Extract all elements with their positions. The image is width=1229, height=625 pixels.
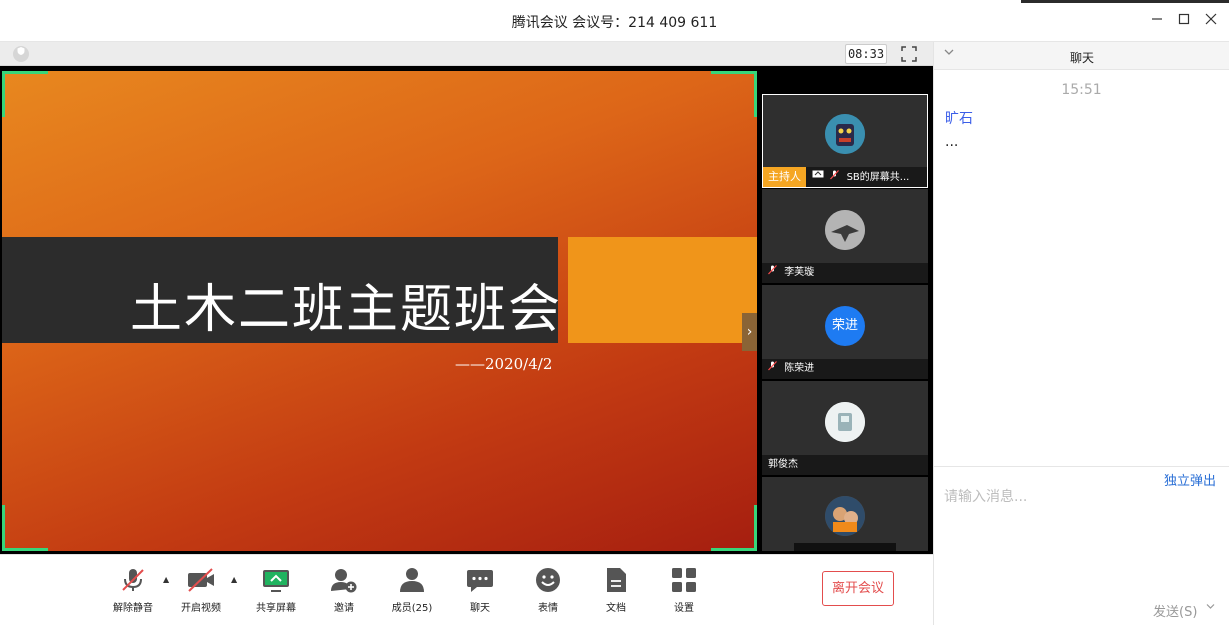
chat-header: 聊天 [934, 42, 1229, 70]
chat-message-input[interactable] [944, 486, 1220, 596]
participant-name-bar [794, 543, 896, 551]
audio-options-caret-icon[interactable]: ▲ [163, 575, 169, 584]
mic-muted-icon [122, 569, 144, 591]
participant-name-bar: 李芙璇 [762, 263, 928, 283]
chat-message: ... [945, 134, 959, 150]
avatar [825, 402, 865, 442]
frame-corner [711, 71, 757, 117]
participant-tile-host[interactable]: 主持人 SB的屏幕共... [762, 94, 928, 188]
screen-share-icon [812, 170, 827, 183]
video-options-caret-icon[interactable]: ▲ [231, 575, 237, 584]
participant-tile[interactable]: 荣进 陈荣进 [762, 285, 928, 379]
unmute-button[interactable]: 解除静音 [103, 567, 163, 614]
avatar [825, 114, 865, 154]
document-icon [607, 568, 626, 592]
emoji-button[interactable]: 表情 [518, 567, 578, 614]
fullscreen-icon[interactable] [901, 46, 917, 62]
send-button[interactable]: 发送(S) [1153, 601, 1197, 620]
emoji-label: 表情 [538, 603, 558, 614]
send-options-chevron-icon[interactable] [1206, 603, 1215, 613]
emoji-icon [536, 568, 560, 592]
share-screen-label: 共享屏幕 [256, 603, 296, 614]
chat-timestamp: 15:51 [1061, 82, 1102, 98]
slide-accent-block [568, 237, 757, 343]
mic-muted-icon [768, 263, 778, 283]
participant-name: 李芙璇 [784, 267, 815, 278]
participant-tile[interactable] [762, 477, 928, 551]
invite-button[interactable]: 邀请 [314, 567, 374, 614]
stage-status-bar: 08:33 [0, 42, 933, 66]
avatar [825, 496, 865, 536]
frame-corner [711, 505, 757, 551]
invite-icon [331, 569, 357, 593]
participant-name: SB的屏幕共... [846, 172, 910, 183]
camera-off-icon [188, 568, 214, 592]
slide-date: ——2020/4/2 [455, 355, 553, 373]
members-button[interactable]: 成员(25) [382, 567, 442, 614]
chat-panel: 聊天 15:51 旷石 ... 独立弹出 发送(S) [933, 42, 1229, 625]
chat-divider [934, 466, 1229, 467]
document-label: 文档 [606, 603, 626, 614]
participant-name: 陈荣进 [784, 363, 815, 374]
start-video-button[interactable]: 开启视频 [171, 567, 231, 614]
security-shield-icon[interactable] [13, 46, 29, 62]
participant-name-bar: 郭俊杰 [762, 455, 928, 475]
mic-muted-icon [830, 168, 840, 187]
frame-corner [2, 505, 48, 551]
chat-title: 聊天 [1069, 51, 1094, 65]
participant-tile[interactable]: 李芙璇 [762, 189, 928, 283]
shared-screen-slide: 土木二班主题班会 ——2020/4/2 [2, 71, 757, 551]
chat-icon [467, 570, 493, 592]
members-icon [400, 568, 424, 592]
meeting-timer: 08:33 [845, 44, 887, 64]
settings-icon [672, 568, 696, 592]
title-bar-accent [1021, 0, 1229, 3]
unmute-label: 解除静音 [113, 603, 153, 614]
frame-corner [2, 71, 48, 117]
chat-label: 聊天 [470, 603, 490, 614]
maximize-icon[interactable] [1173, 10, 1195, 32]
share-screen-icon [263, 570, 289, 592]
title-bar: 腾讯会议 会议号：214 409 611 [0, 0, 1229, 42]
leave-meeting-button[interactable]: 离开会议 [822, 571, 894, 606]
meeting-toolbar: 解除静音 ▲ 开启视频 ▲ 共享屏幕 邀请 成员(25) 聊天 表情 文档 设置… [0, 554, 933, 625]
window-title: 腾讯会议 会议号：214 409 611 [511, 15, 718, 31]
participant-name-bar: 主持人 SB的屏幕共... [763, 167, 927, 187]
mic-muted-icon [768, 359, 778, 379]
host-badge: 主持人 [763, 167, 806, 187]
invite-label: 邀请 [334, 603, 354, 614]
chat-button[interactable]: 聊天 [450, 567, 510, 614]
participant-tile[interactable]: 郭俊杰 [762, 381, 928, 475]
members-label: 成员(25) [391, 603, 433, 614]
settings-button[interactable]: 设置 [654, 567, 714, 614]
video-list-toggle-chevron-icon[interactable]: › [742, 313, 757, 351]
participant-name: 郭俊杰 [768, 459, 798, 470]
document-button[interactable]: 文档 [586, 567, 646, 614]
start-video-label: 开启视频 [181, 603, 221, 614]
close-icon[interactable] [1200, 10, 1222, 32]
share-screen-button[interactable]: 共享屏幕 [246, 567, 306, 614]
participant-name-bar: 陈荣进 [762, 359, 928, 379]
minimize-icon[interactable] [1146, 10, 1168, 32]
avatar [825, 210, 865, 250]
slide-title: 土木二班主题班会 [130, 280, 563, 340]
settings-label: 设置 [674, 603, 694, 614]
avatar-initials: 荣进 [825, 306, 865, 346]
chat-sender-name: 旷石 [945, 111, 973, 127]
